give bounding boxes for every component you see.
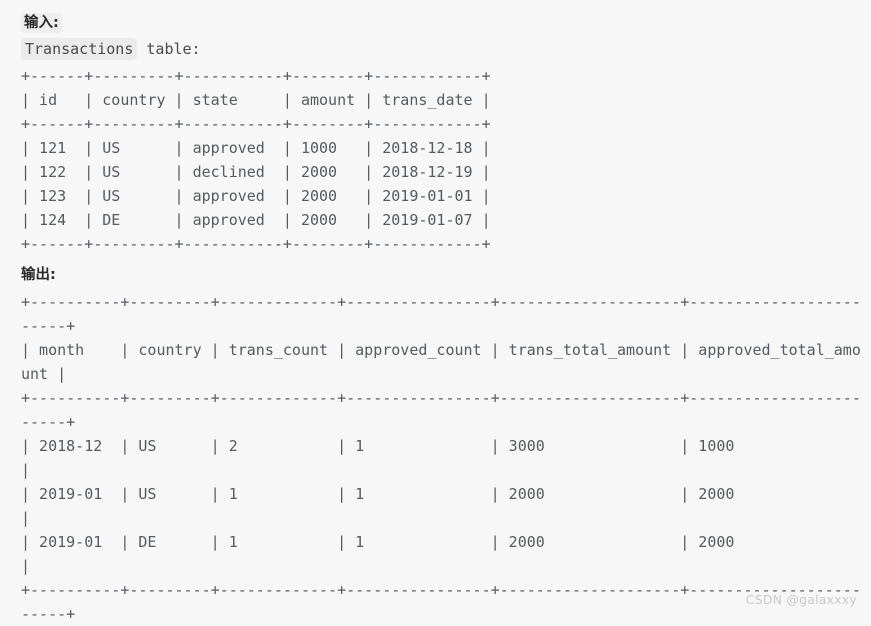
input-caption-suffix: table: [137,40,201,58]
output-ascii-table: +----------+---------+-------------+----… [21,293,861,623]
csdn-watermark: CSDN @galaxxxy [745,592,857,607]
input-section-label: 输入: [0,10,871,36]
input-label-text: 输入: [21,13,62,33]
input-table-caption: Transactions table: [0,36,871,62]
transactions-table-name: Transactions [21,38,138,60]
screenshot-page: 输入: Transactions table: +------+--------… [0,0,871,623]
output-label-text: 输出: [21,267,56,283]
input-ascii-table: +------+---------+-----------+--------+-… [21,67,491,253]
output-section-label: 输出: [0,262,871,288]
